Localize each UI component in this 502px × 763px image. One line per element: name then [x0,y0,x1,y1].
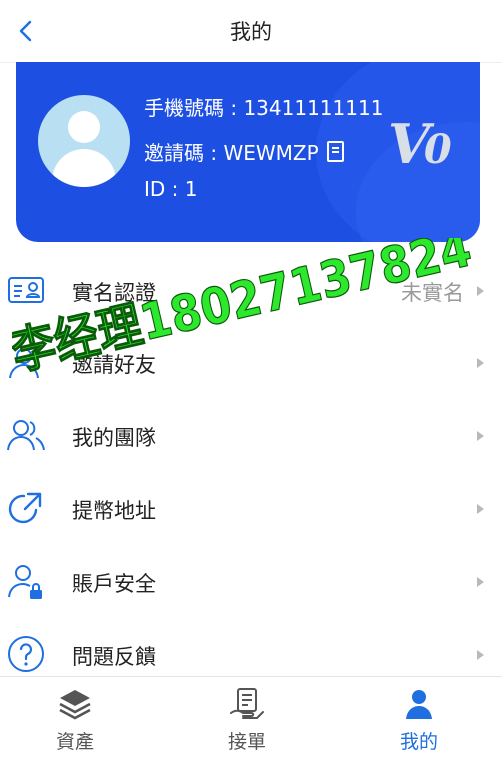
chevron-right-icon [477,577,484,587]
top-bar: 我的 [0,0,502,63]
tab-profile[interactable]: 我的 [359,677,479,763]
user-icon [406,690,432,719]
menu-item-invite[interactable]: 邀請好友 [0,328,502,400]
avatar-body [52,149,116,187]
order-icon [230,688,264,719]
menu-label: 提幣地址 [72,499,156,523]
tab-label: 資產 [55,731,94,753]
vip-letter: V [388,112,430,176]
share-arrow-icon [8,492,42,524]
menu-label: 問題反饋 [72,645,156,669]
vip-badge: V0 [388,112,452,176]
verification-status: 未實名 [401,281,464,305]
user-lock-icon [8,565,42,599]
menu-item-verification[interactable]: 實名認證 未實名 [0,256,502,328]
profile-card: 手機號碼 : 13411111111 邀請碼 : WEWMZP ID : 1 V… [16,62,480,242]
tab-label: 接單 [227,731,266,753]
menu-item-withdraw-address[interactable]: 提幣地址 [0,474,502,546]
menu-label: 實名認證 [72,281,156,305]
phone-number: 手機號碼 : 13411111111 [144,96,384,120]
tab-label: 我的 [399,731,438,753]
copy-icon[interactable] [326,141,344,162]
menu-label: 賬戶安全 [72,572,156,596]
tab-orders[interactable]: 接單 [187,677,307,763]
menu-label: 我的團隊 [72,426,156,450]
invite-code-row: 邀請碼 : WEWMZP [144,137,344,166]
vip-level: 0 [423,126,452,173]
chevron-right-icon [477,650,484,660]
user-add-icon [9,348,39,379]
menu-label: 邀請好友 [72,353,156,377]
bottom-tab-bar: 資產 接單 我的 [0,676,502,763]
chevron-right-icon [477,431,484,441]
tab-assets[interactable]: 資產 [15,677,135,763]
page-title: 我的 [230,20,272,44]
menu-item-team[interactable]: 我的團隊 [0,401,502,473]
menu-item-account-security[interactable]: 賬戶安全 [0,547,502,619]
avatar-head [68,111,100,143]
invite-code: 邀請碼 : WEWMZP [144,141,319,165]
chevron-right-icon [477,286,484,296]
chevron-right-icon [477,504,484,514]
id-card-icon [8,277,44,303]
chevron-right-icon [477,358,484,368]
team-icon [7,420,45,451]
user-id: ID : 1 [144,177,198,201]
question-icon [8,636,44,672]
layers-icon [59,690,91,720]
avatar[interactable] [38,95,130,187]
